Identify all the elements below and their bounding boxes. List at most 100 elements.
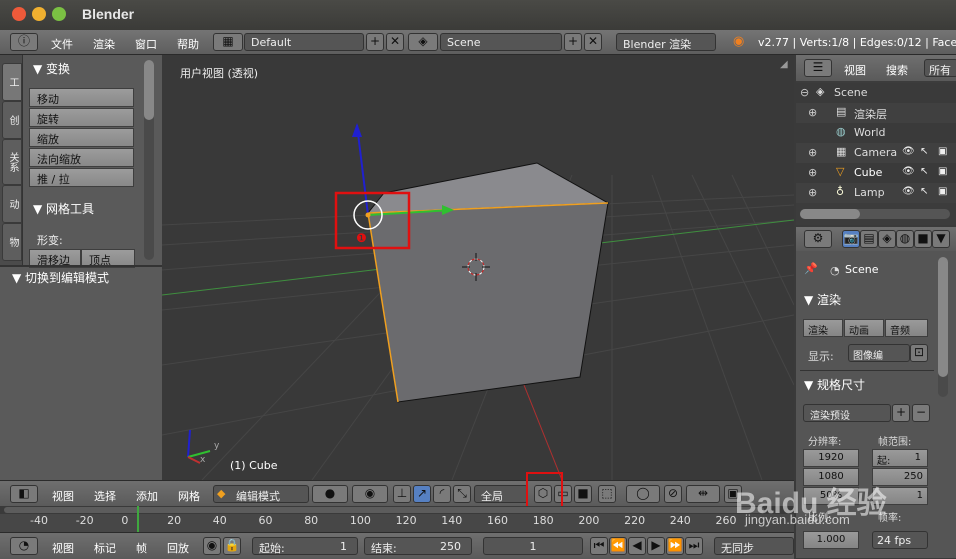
tab-animation[interactable]: 动	[2, 185, 22, 223]
tool-shelf-scrollbar[interactable]	[144, 60, 154, 260]
outliner-item[interactable]: ◍ World	[796, 123, 956, 143]
end-frame-field[interactable]: 结束: 250	[364, 537, 472, 555]
maximize-window-button[interactable]	[52, 7, 66, 21]
menu-window[interactable]: 窗口	[135, 36, 157, 52]
current-frame-indicator[interactable]	[137, 506, 139, 532]
add-layout-button[interactable]: +	[366, 33, 384, 51]
proportional-edit-select[interactable]: ◯	[626, 485, 660, 503]
push-pull-button[interactable]: 推 / 拉	[29, 168, 134, 187]
menu-file[interactable]: 文件	[51, 36, 73, 52]
rotate-button[interactable]: 旋转	[29, 108, 134, 127]
remove-preset-button[interactable]: −	[912, 404, 930, 422]
add-preset-button[interactable]: +	[892, 404, 910, 422]
world-tab-icon[interactable]: ◍	[896, 230, 914, 248]
tab-relations[interactable]: 关系	[2, 139, 22, 185]
mesh-tools-header[interactable]: ▼ 网格工具	[33, 200, 94, 217]
tab-tools[interactable]: 工	[2, 63, 22, 101]
camera-render-icon[interactable]: ▣	[938, 166, 947, 177]
eye-icon[interactable]: 👁	[902, 186, 915, 197]
cursor-icon[interactable]: ↖	[920, 166, 928, 177]
render-layers-tab-icon[interactable]: ▤	[860, 230, 878, 248]
camera-render-icon[interactable]: ▣	[938, 146, 947, 157]
sync-select[interactable]: 无同步	[714, 537, 794, 555]
rotate-manipulator-icon[interactable]: ◜	[433, 485, 451, 503]
tab-create[interactable]: 创	[2, 101, 22, 139]
pivot-select[interactable]: ◉	[352, 485, 388, 503]
autokey-record-icon[interactable]: ◉	[203, 537, 221, 555]
properties-scrollbar[interactable]	[938, 257, 948, 397]
outliner-item[interactable]: ⊖ ◈ Scene	[796, 83, 956, 103]
layout-field[interactable]: Default	[244, 33, 364, 51]
view3d-menu-select[interactable]: 选择	[94, 488, 116, 504]
face-select-mode-icon[interactable]: ■	[574, 485, 592, 503]
view3d-menu-view[interactable]: 视图	[52, 488, 74, 504]
timeline-menu-playback[interactable]: 回放	[167, 540, 189, 556]
cursor-icon[interactable]: ↖	[920, 186, 928, 197]
outliner-item[interactable]: ⊕ ▽ Cube 👁 ↖ ▣	[796, 163, 956, 183]
snap-icon[interactable]: ⊘	[664, 485, 682, 503]
expand-toggle-icon[interactable]: ⊕	[808, 166, 817, 179]
dimensions-panel-header[interactable]: ▼ 规格尺寸	[804, 376, 865, 393]
minimize-window-button[interactable]	[32, 7, 46, 21]
fps-select[interactable]: 24 fps	[872, 531, 928, 549]
render-preset-select[interactable]: 渲染预设	[803, 404, 891, 422]
transform-panel-header[interactable]: ▼ 变换	[33, 60, 70, 77]
remove-layout-button[interactable]: ✕	[386, 33, 404, 51]
aspect-x-field[interactable]: 1.000	[803, 531, 859, 549]
eye-icon[interactable]: 👁	[902, 146, 915, 157]
outliner-item[interactable]: ⊕ ▦ Camera 👁 ↖ ▣	[796, 143, 956, 163]
outliner-menu-search[interactable]: 搜索	[886, 62, 908, 78]
timeline-scrollbar[interactable]	[0, 506, 794, 514]
scene-tab-icon[interactable]: ◈	[878, 230, 896, 248]
view3d-menu-add[interactable]: 添加	[136, 488, 158, 504]
menu-help[interactable]: 帮助	[177, 36, 199, 52]
cursor-icon[interactable]: ↖	[920, 146, 928, 157]
next-keyframe-icon[interactable]: ⏩	[666, 537, 684, 555]
tab-physics[interactable]: 物	[2, 223, 22, 261]
start-frame-field[interactable]: 起始: 1	[252, 537, 358, 555]
display-select[interactable]: 图像编	[848, 344, 910, 362]
current-frame-field[interactable]: 1	[483, 537, 583, 555]
render-image-button[interactable]: 渲染	[803, 319, 843, 337]
layout-selector-icon[interactable]: ▦	[213, 33, 243, 51]
manipulator-toggle-icon[interactable]: ⊥	[393, 485, 411, 503]
scene-field[interactable]: Scene	[440, 33, 562, 51]
object-tab-icon[interactable]: ■	[914, 230, 932, 248]
operator-panel-header[interactable]: ▼ 切换到编辑模式	[12, 269, 109, 286]
render-panel-header[interactable]: ▼ 渲染	[804, 291, 841, 308]
expand-toggle-icon[interactable]: ⊕	[808, 146, 817, 159]
timeline-editor-icon[interactable]: ◔	[10, 537, 38, 555]
frame-start-field[interactable]: 起: 1	[872, 449, 928, 467]
properties-editor-icon[interactable]: ⚙	[804, 230, 832, 248]
view3d-menu-mesh[interactable]: 网格	[178, 488, 200, 504]
timeline-menu-view[interactable]: 视图	[52, 540, 74, 556]
pin-icon[interactable]: 📌	[804, 262, 818, 275]
3d-viewport[interactable]: 用户视图 (透视) (1) Cube y x ❶ ◢	[162, 55, 794, 480]
render-animation-button[interactable]: 动画	[844, 319, 884, 337]
eye-icon[interactable]: 👁	[902, 166, 915, 177]
snap-element-select[interactable]: ⇹	[686, 485, 720, 503]
play-icon[interactable]: ▶	[647, 537, 665, 555]
prev-keyframe-icon[interactable]: ⏪	[609, 537, 627, 555]
outliner-display-select[interactable]: 所有	[924, 59, 956, 77]
scale-manipulator-icon[interactable]: ⤡	[453, 485, 471, 503]
orientation-select[interactable]: 全局	[474, 485, 528, 503]
translate-manipulator-icon[interactable]: ↗	[413, 485, 431, 503]
viewport-corner-icon[interactable]: ◢	[780, 59, 788, 70]
mode-select[interactable]: 编辑模式	[213, 485, 309, 503]
expand-toggle-icon[interactable]: ⊕	[808, 186, 817, 199]
jump-start-icon[interactable]: ⏮	[590, 537, 608, 555]
timeline-menu-frame[interactable]: 帧	[136, 540, 147, 556]
editor-type-icon[interactable]: ⓘ	[10, 33, 38, 51]
viewport-scene[interactable]	[162, 55, 794, 480]
shading-select[interactable]: ●	[312, 485, 348, 503]
outliner-item[interactable]: ⊕ ▤ 渲染层	[796, 103, 956, 123]
close-window-button[interactable]	[12, 7, 26, 21]
scene-selector-icon[interactable]: ◈	[408, 33, 438, 51]
outliner-editor-icon[interactable]: ☰	[804, 59, 832, 77]
view3d-editor-icon[interactable]: ◧	[10, 485, 38, 503]
scale-button[interactable]: 缩放	[29, 128, 134, 147]
display-lock-icon[interactable]: ⊡	[910, 344, 928, 362]
limit-selection-icon[interactable]: ⬚	[598, 485, 616, 503]
timeline[interactable]: -40 -20 0 20 40 60 80 100 120 140 160 180 200 220 240 2…	[0, 506, 794, 532]
